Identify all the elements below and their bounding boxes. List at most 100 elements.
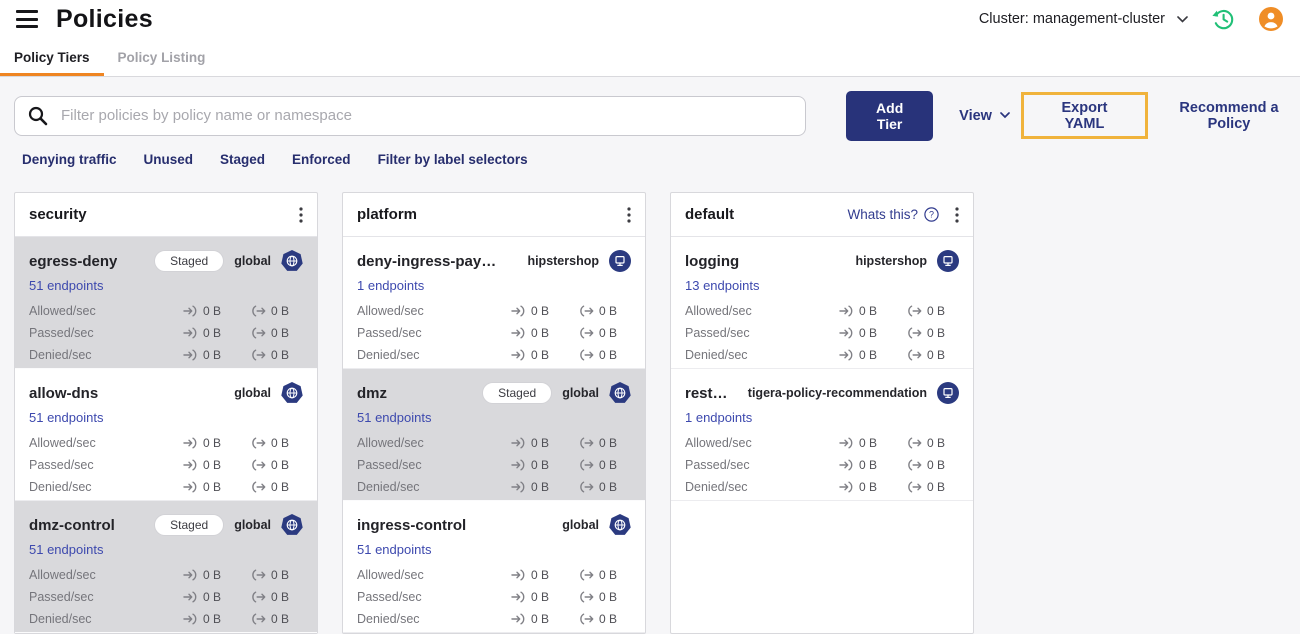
tier-column-security: security egress-deny Staged global 51 en… — [14, 192, 318, 634]
metric-in-value: 0 B — [203, 458, 222, 472]
policy-name: allow-dns — [29, 384, 99, 402]
metric-label: Denied/sec — [685, 480, 748, 494]
endpoints-link[interactable]: 1 endpoints — [685, 410, 752, 425]
metric-row: Passed/sec 0 B 0 B — [29, 586, 303, 608]
endpoints-link[interactable]: 1 endpoints — [357, 278, 424, 293]
metric-out-value: 0 B — [271, 612, 290, 626]
metric-label: Allowed/sec — [685, 304, 752, 318]
egress-arrow-icon — [907, 459, 922, 471]
history-button[interactable] — [1210, 6, 1236, 32]
metric-out-value: 0 B — [927, 348, 946, 362]
tier-name: default — [685, 206, 735, 223]
metric-row: Passed/sec 0 B 0 B — [685, 322, 959, 344]
metric-label: Denied/sec — [685, 348, 748, 362]
policy-name: logging — [685, 252, 740, 270]
policy-card-restricted[interactable]: restricted tigera-policy-recommendation … — [671, 369, 973, 501]
filter-link-denying-traffic[interactable]: Denying traffic — [22, 152, 117, 170]
policy-card-ingress-control[interactable]: ingress-control global 51 endpoints Allo… — [343, 501, 645, 633]
metric-in-value: 0 B — [531, 590, 550, 604]
view-menu-button[interactable]: View — [959, 108, 1010, 124]
policy-card-deny-ingress-paymentservi[interactable]: deny-ingress-paymentservi... hipstershop… — [343, 237, 645, 369]
cluster-selector[interactable]: Cluster: management-cluster — [979, 11, 1188, 27]
add-tier-button[interactable]: Add Tier — [846, 90, 934, 141]
metric-out-value: 0 B — [599, 348, 618, 362]
egress-arrow-icon — [907, 327, 922, 339]
metric-in-value: 0 B — [203, 480, 222, 494]
whats-this-link[interactable]: Whats this? ? — [847, 207, 939, 222]
endpoints-link[interactable]: 51 endpoints — [29, 278, 103, 293]
egress-arrow-icon — [251, 613, 266, 625]
policy-list: egress-deny Staged global 51 endpoints A… — [15, 237, 317, 633]
tier-name: security — [29, 206, 87, 223]
export-yaml-button[interactable]: Export YAML — [1041, 100, 1128, 132]
endpoints-link[interactable]: 51 endpoints — [357, 542, 431, 557]
kebab-menu-icon[interactable] — [295, 205, 307, 225]
metric-out-value: 0 B — [599, 480, 618, 494]
global-icon — [281, 382, 303, 404]
search-input[interactable] — [59, 106, 794, 125]
tier-header: platform — [343, 193, 645, 237]
filter-link-unused[interactable]: Unused — [144, 152, 194, 170]
question-circle-icon: ? — [924, 207, 939, 222]
kebab-menu-icon[interactable] — [951, 205, 963, 225]
user-avatar-icon — [1258, 6, 1284, 32]
metric-in-value: 0 B — [859, 458, 878, 472]
tier-name: platform — [357, 206, 417, 223]
policy-name-row: deny-ingress-paymentservi... hipstershop — [357, 248, 631, 274]
global-icon — [609, 382, 631, 404]
endpoints-link[interactable]: 51 endpoints — [29, 410, 103, 425]
tier-columns: security egress-deny Staged global 51 en… — [14, 192, 1300, 634]
metric-label: Denied/sec — [357, 612, 420, 626]
metric-row: Denied/sec 0 B 0 B — [29, 476, 303, 498]
metric-label: Passed/sec — [357, 458, 422, 472]
policy-scope: hipstershop — [855, 254, 927, 268]
staged-badge: Staged — [482, 382, 553, 404]
metric-out-value: 0 B — [271, 326, 290, 340]
metric-row: Denied/sec 0 B 0 B — [357, 476, 631, 498]
egress-arrow-icon — [251, 437, 266, 449]
policy-card-dmz[interactable]: dmz Staged global 51 endpoints Allowed/s… — [343, 369, 645, 501]
user-avatar-button[interactable] — [1258, 6, 1284, 32]
tab-policy-tiers[interactable]: Policy Tiers — [0, 38, 104, 76]
policy-card-egress-deny[interactable]: egress-deny Staged global 51 endpoints A… — [15, 237, 317, 369]
policy-list: logging hipstershop 13 endpoints Allowed… — [671, 237, 973, 501]
tier-column-default: default Whats this? ? logging hipstersho… — [670, 192, 974, 634]
metric-out-value: 0 B — [271, 568, 290, 582]
tab-policy-listing[interactable]: Policy Listing — [104, 38, 220, 76]
metrics: Allowed/sec 0 B 0 B Passed/sec 0 B 0 B D… — [29, 564, 303, 630]
export-yaml-highlight-box: Export YAML — [1020, 92, 1148, 139]
ingress-arrow-icon — [183, 349, 198, 361]
metric-in-value: 0 B — [203, 304, 222, 318]
policy-card-dmz-control[interactable]: dmz-control Staged global 51 endpoints A… — [15, 501, 317, 633]
namespace-icon — [609, 250, 631, 272]
recommend-policy-button[interactable]: Recommend a Policy — [1158, 100, 1300, 132]
ingress-arrow-icon — [183, 327, 198, 339]
metric-label: Passed/sec — [29, 326, 94, 340]
policy-card-allow-dns[interactable]: allow-dns global 51 endpoints Allowed/se… — [15, 369, 317, 501]
policy-name: dmz-control — [29, 516, 115, 534]
metric-row: Passed/sec 0 B 0 B — [357, 322, 631, 344]
metric-in-value: 0 B — [531, 326, 550, 340]
policy-name: dmz — [357, 384, 387, 402]
policy-name: restricted — [685, 384, 728, 402]
metric-out-value: 0 B — [599, 304, 618, 318]
metrics: Allowed/sec 0 B 0 B Passed/sec 0 B 0 B D… — [29, 300, 303, 366]
endpoints-link[interactable]: 51 endpoints — [29, 542, 103, 557]
page-title: Policies — [56, 4, 153, 33]
policy-card-logging[interactable]: logging hipstershop 13 endpoints Allowed… — [671, 237, 973, 369]
metric-in-value: 0 B — [531, 436, 550, 450]
filter-link-enforced[interactable]: Enforced — [292, 152, 351, 170]
endpoints-link[interactable]: 13 endpoints — [685, 278, 759, 293]
metric-in-value: 0 B — [531, 348, 550, 362]
menu-icon[interactable] — [16, 10, 38, 28]
kebab-menu-icon[interactable] — [623, 205, 635, 225]
ingress-arrow-icon — [511, 481, 526, 493]
egress-arrow-icon — [907, 349, 922, 361]
endpoints-link[interactable]: 51 endpoints — [357, 410, 431, 425]
metric-label: Allowed/sec — [685, 436, 752, 450]
filter-link-filter-by-label-selectors[interactable]: Filter by label selectors — [378, 152, 528, 170]
policy-scope: global — [562, 518, 599, 532]
filter-link-staged[interactable]: Staged — [220, 152, 265, 170]
metric-out-value: 0 B — [599, 436, 618, 450]
ingress-arrow-icon — [183, 591, 198, 603]
